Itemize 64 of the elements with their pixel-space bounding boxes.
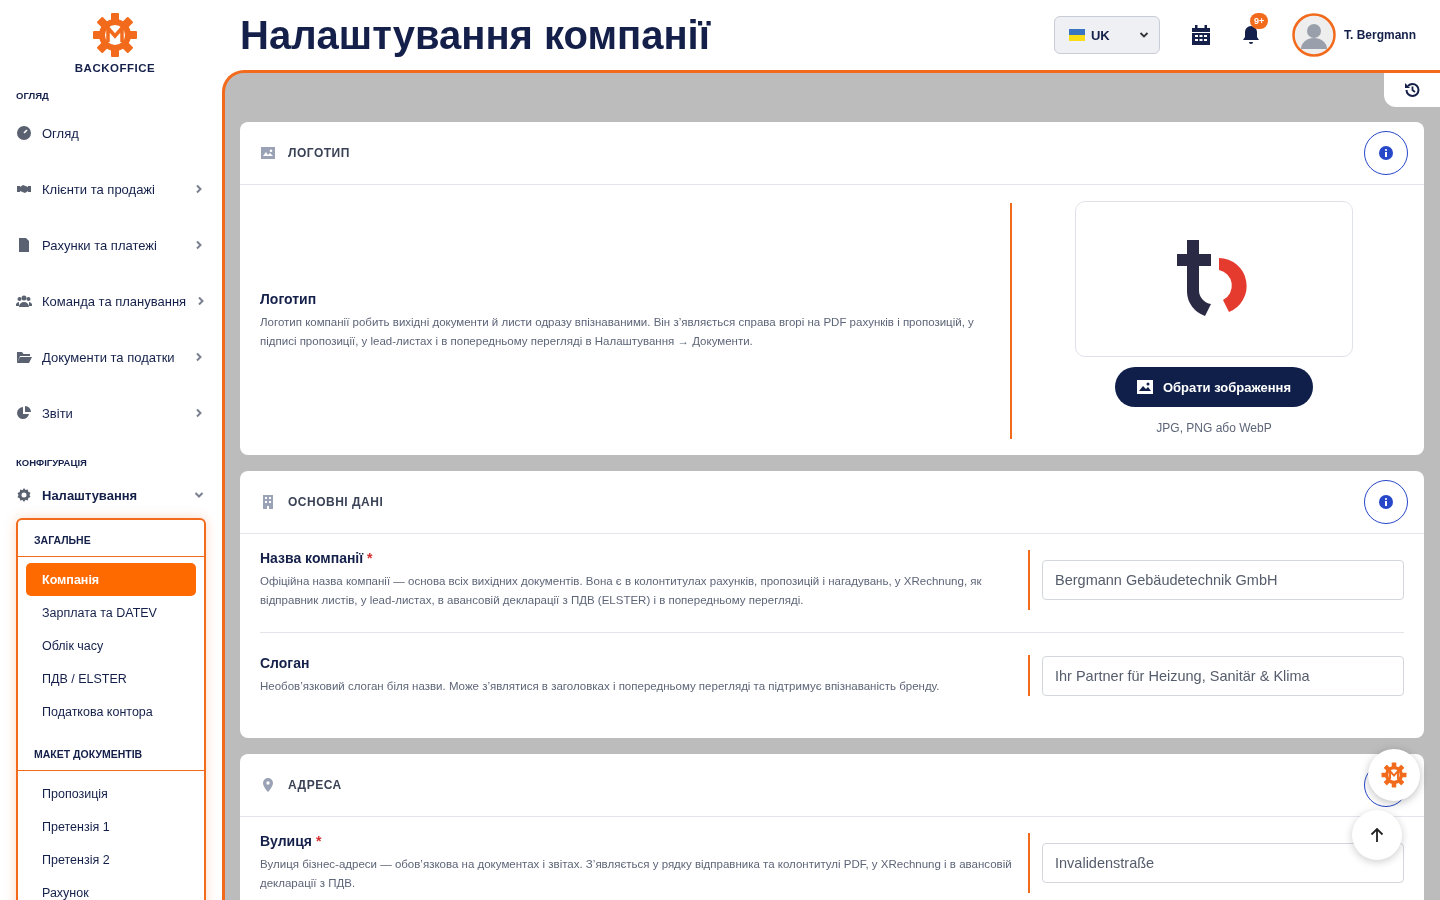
submenu-item[interactable]: ПДВ / ELSTER xyxy=(26,662,196,695)
nav-item[interactable]: Звіти xyxy=(16,385,206,441)
submenu-item[interactable]: Податкова контора xyxy=(26,695,196,728)
field-label: Логотип xyxy=(260,291,318,307)
nav-item[interactable]: Команда та планування xyxy=(16,273,206,329)
history-icon xyxy=(1403,81,1421,99)
nav-icon xyxy=(16,125,32,141)
pin-icon xyxy=(260,777,276,793)
card-title: ЛОГОТИП xyxy=(288,146,351,160)
card-title: ОСНОВНІ ДАНІ xyxy=(288,495,385,509)
bell-icon[interactable] xyxy=(1242,25,1260,45)
page-title: Налаштування компанії xyxy=(240,12,710,58)
section-title: ОГЛЯД xyxy=(16,90,50,101)
field-label: Назва компанії * xyxy=(260,550,374,566)
choose-image-button[interactable]: Обрати зображення xyxy=(1114,367,1314,407)
info-button[interactable] xyxy=(1364,131,1408,175)
image-icon xyxy=(1136,380,1153,394)
submenu-title: МАКЕТ ДОКУМЕНТІВ xyxy=(18,734,204,771)
field-label: Вулиця * xyxy=(260,833,323,849)
caret-icon xyxy=(1139,30,1149,40)
info-icon xyxy=(1379,146,1393,160)
text-input[interactable]: Ihr Partner für Heizung, Sanitär & Klima xyxy=(1042,655,1404,696)
nav-item[interactable]: Налаштування xyxy=(16,472,206,518)
field-description: Логотип компанії робить вихідні документи й листи одразу впізнаваними. Він з’являється справа вгорі на PDF рахунків і пропозицій, у підписі пропозиції, у lead-листах і в попередньому перегляді в Налаштування → Документи. xyxy=(260,315,975,349)
language-select[interactable]: UK xyxy=(1054,16,1160,54)
nav-icon xyxy=(16,349,32,365)
avatar[interactable] xyxy=(1292,13,1336,57)
info-button[interactable] xyxy=(1364,480,1408,524)
notification-badge: 9+ xyxy=(1250,13,1269,29)
calendar-icon[interactable] xyxy=(1192,25,1210,45)
history-button[interactable] xyxy=(1384,73,1440,107)
nav-icon xyxy=(16,293,32,309)
submenu-item[interactable]: Претензія 1 xyxy=(26,810,196,843)
card-title: АДРЕСА xyxy=(288,778,343,792)
submenu-item[interactable]: Претензія 2 xyxy=(26,843,196,876)
field-description: Вулиця бізнес-адреси — обов’язкова на документах і звітах. З’являється у рядку відправника та колонтитулі PDF, у XRechnung і в авансовій декларації з ПДВ. xyxy=(260,857,1013,891)
submenu-item[interactable]: Зарплата та DATEV xyxy=(26,596,196,629)
text-input[interactable]: Bergmann Gebäudetechnik GmbH xyxy=(1042,560,1404,600)
section-title: КОНФІГУРАЦІЯ xyxy=(16,457,88,468)
submenu-item[interactable]: Облік часу xyxy=(26,629,196,662)
field-description: Необов’язковий слоган біля назви. Може з’являтися в заголовках і попередньому перегляді та підтримує впізнаваність бренду. xyxy=(260,679,941,694)
nav-icon xyxy=(16,487,32,503)
info-icon xyxy=(1379,495,1393,509)
nav-item[interactable]: Клієнти та продажі xyxy=(16,161,206,217)
gear-logo-icon xyxy=(92,12,138,58)
building-icon xyxy=(260,494,276,510)
gear-logo-icon xyxy=(1381,762,1407,788)
nav-icon xyxy=(16,237,32,253)
file-type-hint: JPG, PNG або WebP xyxy=(1156,421,1272,435)
submenu-item[interactable]: Пропозиція xyxy=(26,777,196,810)
nav-item[interactable]: Огляд xyxy=(16,105,206,161)
text-input[interactable]: Invalidenstraße xyxy=(1042,843,1404,883)
arrow-up-icon xyxy=(1370,827,1384,843)
flag-icon xyxy=(1069,29,1085,41)
nav-item[interactable]: Документи та податки xyxy=(16,329,206,385)
nav-icon xyxy=(16,405,32,421)
brand-name: BACKOFFICE xyxy=(74,62,156,74)
image-icon xyxy=(260,145,276,161)
user-name[interactable]: T. Bergmann xyxy=(1344,28,1416,42)
nav-item[interactable]: Рахунки та платежі xyxy=(16,217,206,273)
field-description: Офіційна назва компанії — основа всіх вихідних документів. Вона є в колонтитулах рахунків, пропозицій і нагадувань, у XRechnung, як відправник листів, у lead-листах, в авансовій декларації з ПДВ (ELSTER) і в попередньому перегляді. xyxy=(260,574,983,608)
submenu-title: ЗАГАЛЬНЕ xyxy=(18,520,204,557)
field-label: Слоган xyxy=(260,655,311,671)
submenu-item[interactable]: Рахунок xyxy=(26,876,196,900)
